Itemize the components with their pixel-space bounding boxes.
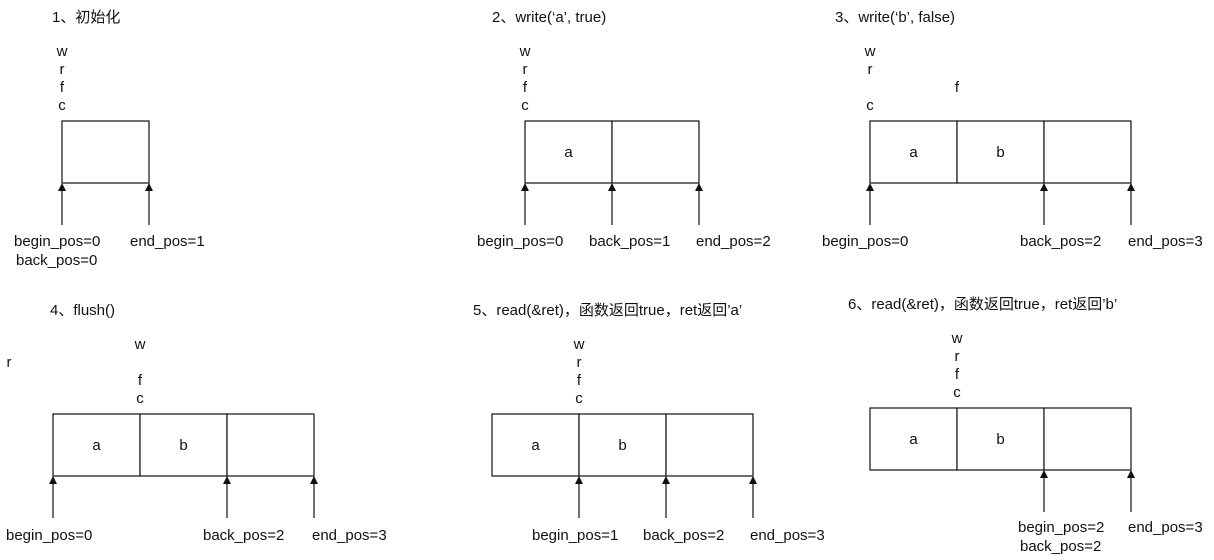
pointer-label: begin_pos=0: [14, 233, 100, 250]
buffer-cell: [1043, 407, 1132, 471]
step-title: 5、read(&ret)，函数返回true，ret返回’a’: [473, 302, 742, 319]
pointer-letter-r: r: [7, 354, 12, 371]
step-title: 2、write(‘a’, true): [492, 9, 606, 26]
buffer-cell-value: a: [909, 431, 918, 448]
pointer-letter-r: r: [577, 354, 582, 371]
buffer-cell: [226, 413, 315, 477]
pointer-label: back_pos=0: [16, 252, 97, 269]
pointer-label: back_pos=2: [643, 527, 724, 544]
pointer-letter-c: c: [136, 390, 144, 407]
pointer-letter-c: c: [58, 97, 66, 114]
pointer-letter-c: c: [521, 97, 529, 114]
pointer-letter-w: w: [56, 43, 68, 60]
buffer-cell-value: b: [179, 437, 187, 454]
step-title: 6、read(&ret)，函数返回true，ret返回’b’: [848, 296, 1117, 313]
pointer-letter-c: c: [575, 390, 583, 407]
buffer-cell: [1043, 120, 1132, 184]
pointer-label: begin_pos=0: [477, 233, 563, 250]
pointer-letter-f: f: [138, 372, 143, 389]
step-4: 4、flush() a b w r fc begin_pos=0 back_pos=2 end_…: [6, 302, 387, 544]
pointer-letter-c: c: [866, 97, 874, 114]
pointer-label: begin_pos=0: [822, 233, 908, 250]
pointer-letter-r: r: [955, 348, 960, 365]
pointer-letter-f: f: [577, 372, 582, 389]
pointer-letter-f: f: [955, 79, 960, 96]
pointer-label: back_pos=2: [1020, 233, 1101, 250]
buffer-cell-value: a: [531, 437, 540, 454]
pointer-letter-w: w: [951, 330, 963, 347]
pointer-letter-w: w: [573, 336, 585, 353]
step-title: 1、初始化: [52, 9, 120, 26]
pointer-label: back_pos=2: [1020, 538, 1101, 555]
pointer-letter-w: w: [519, 43, 531, 60]
pointer-letter-c: c: [953, 384, 961, 401]
pointer-label: end_pos=2: [696, 233, 771, 250]
pointer-label: back_pos=2: [203, 527, 284, 544]
pointer-letter-r: r: [60, 61, 65, 78]
pointer-label: end_pos=3: [1128, 233, 1203, 250]
pointer-letter-f: f: [60, 79, 65, 96]
step-5: 5、read(&ret)，函数返回true，ret返回’a’ a b wrfc begi…: [473, 302, 825, 544]
buffer-cell-value: b: [996, 431, 1004, 448]
pointer-letter-r: r: [868, 61, 873, 78]
ring-buffer-diagram: 1、初始化wrfcbegin_pos=0 end_pos=1back_pos=02…: [6, 9, 1203, 555]
pointer-label: end_pos=3: [750, 527, 825, 544]
step-title: 3、write(‘b’, false): [835, 9, 955, 26]
buffer-cell: [611, 120, 700, 184]
step-1: 1、初始化 wrfc begin_pos=0 end_pos=1 back_pos=0: [14, 9, 205, 269]
pointer-letter-f: f: [523, 79, 528, 96]
buffer-cell-value: a: [909, 144, 918, 161]
buffer-cell-value: a: [564, 144, 573, 161]
step-2: 2、write(‘a’, true) a wrfc begin_pos=0 back_p…: [477, 9, 771, 250]
pointer-label: begin_pos=0: [6, 527, 92, 544]
pointer-label: back_pos=1: [589, 233, 670, 250]
buffer-cell-value: b: [996, 144, 1004, 161]
step-title: 4、flush(): [50, 302, 115, 319]
pointer-label: end_pos=1: [130, 233, 205, 250]
pointer-label: begin_pos=2: [1018, 519, 1104, 536]
step-3: 3、write(‘b’, false) a b wr f c begin_pos=0 back…: [822, 9, 1203, 250]
step-6: 6、read(&ret)，函数返回true，ret返回’b’ a b wrfc begi…: [848, 296, 1203, 555]
pointer-label: end_pos=3: [1128, 519, 1203, 536]
pointer-letter-w: w: [134, 336, 146, 353]
buffer-cell-value: a: [92, 437, 101, 454]
buffer-cell: [61, 120, 150, 184]
pointer-letter-f: f: [955, 366, 960, 383]
pointer-letter-w: w: [864, 43, 876, 60]
buffer-cell: [665, 413, 754, 477]
pointer-label: end_pos=3: [312, 527, 387, 544]
buffer-cell-value: b: [618, 437, 626, 454]
pointer-label: begin_pos=1: [532, 527, 618, 544]
pointer-letter-r: r: [523, 61, 528, 78]
